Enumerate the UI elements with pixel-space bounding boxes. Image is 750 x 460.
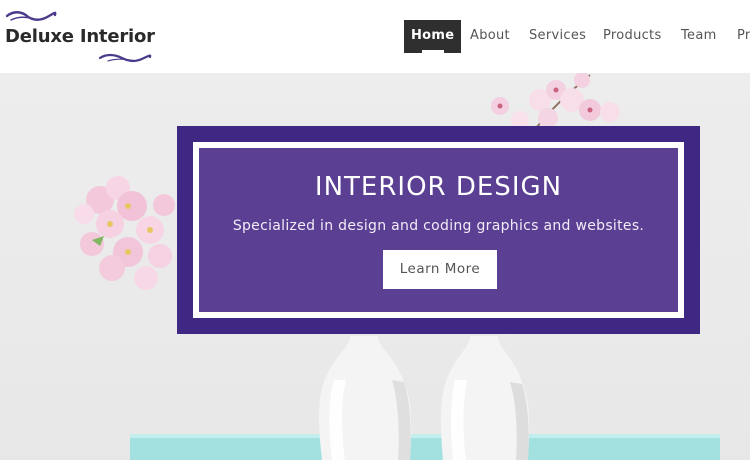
nav-portfolio[interactable]: Pr: [737, 20, 750, 53]
logo-swirl-icon: [98, 53, 152, 63]
logo[interactable]: Deluxe Interior: [5, 10, 155, 65]
nav-services[interactable]: Services: [529, 20, 586, 53]
site-header: Deluxe Interior Home About Services Prod…: [0, 0, 750, 73]
learn-more-button[interactable]: Learn More: [383, 250, 497, 289]
nav-team[interactable]: Team: [681, 20, 717, 53]
nav-products[interactable]: Products: [603, 20, 662, 53]
logo-swirl-icon: [5, 11, 57, 21]
logo-text: Deluxe Interior: [5, 26, 155, 47]
hero-banner-inner: INTERIOR DESIGN Specialized in design an…: [193, 142, 684, 318]
hero-title: INTERIOR DESIGN: [314, 172, 563, 202]
hero-subtitle: Specialized in design and coding graphic…: [232, 218, 645, 234]
nav-home[interactable]: Home: [404, 20, 462, 54]
nav-about[interactable]: About: [470, 20, 510, 53]
hero-banner: INTERIOR DESIGN Specialized in design an…: [177, 126, 700, 334]
